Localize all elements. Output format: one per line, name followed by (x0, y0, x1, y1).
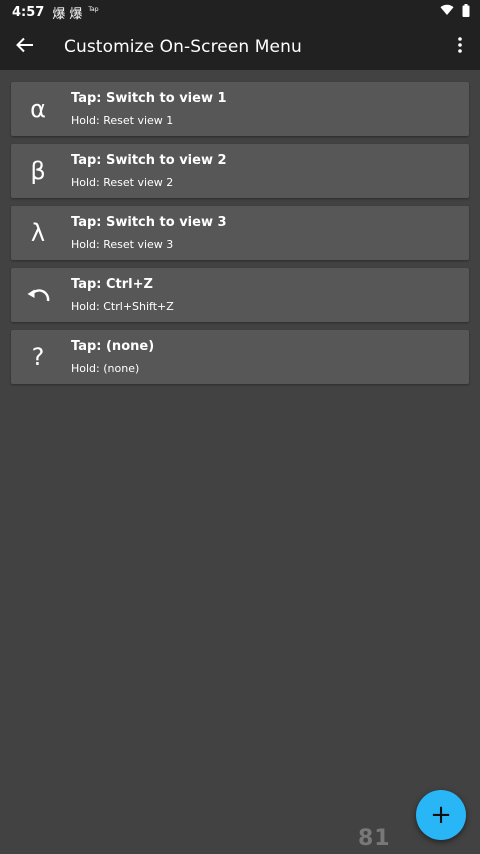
page-title: Customize On-Screen Menu (64, 37, 302, 57)
item-text: Tap: (none) Hold: (none) (71, 339, 154, 376)
item-tap-action: Tap: Ctrl+Z (71, 276, 153, 292)
menu-item-undo[interactable]: Tap: Ctrl+Z Hold: Ctrl+Shift+Z (11, 268, 469, 322)
notification-glyph-2: 爆 (69, 6, 83, 22)
status-bar: 4:57 爆 爆 Tap (0, 0, 480, 24)
item-tap-action: Tap: Switch to view 2 (71, 152, 227, 168)
item-text: Tap: Switch to view 2 Hold: Reset view 2 (71, 153, 227, 190)
question-mark-icon: ? (31, 343, 45, 371)
alpha-icon: α (30, 95, 46, 123)
item-hold-action: Hold: Ctrl+Shift+Z (71, 299, 174, 313)
item-hold-action: Hold: Reset view 3 (71, 237, 174, 251)
menu-item-view-3[interactable]: λ Tap: Switch to view 3 Hold: Reset view… (11, 206, 469, 260)
item-text: Tap: Switch to view 3 Hold: Reset view 3 (71, 215, 227, 252)
item-tap-action: Tap: Switch to view 1 (71, 90, 227, 106)
menu-item-none[interactable]: ? Tap: (none) Hold: (none) (11, 330, 469, 384)
item-text: Tap: Ctrl+Z Hold: Ctrl+Shift+Z (71, 277, 174, 314)
notification-glyph-1: 爆 (52, 6, 66, 22)
add-item-button[interactable]: + (416, 790, 466, 840)
menu-item-list: α Tap: Switch to view 1 Hold: Reset view… (11, 82, 469, 392)
menu-item-view-1[interactable]: α Tap: Switch to view 1 Hold: Reset view… (11, 82, 469, 136)
status-time: 4:57 (12, 4, 45, 20)
undo-icon (11, 268, 65, 322)
notification-tap-label: Tap (88, 5, 99, 13)
status-icons (440, 3, 470, 21)
more-vert-icon (458, 37, 462, 57)
item-text: Tap: Switch to view 1 Hold: Reset view 1 (71, 91, 227, 128)
arrow-left-icon (16, 37, 34, 57)
back-button[interactable] (0, 24, 50, 70)
watermark: 81 (358, 826, 391, 851)
app-bar: Customize On-Screen Menu (0, 24, 480, 70)
item-tap-action: Tap: Switch to view 3 (71, 214, 227, 230)
item-hold-action: Hold: Reset view 2 (71, 175, 174, 189)
item-hold-action: Hold: Reset view 1 (71, 113, 174, 127)
plus-icon: + (430, 800, 452, 830)
item-tap-action: Tap: (none) (71, 338, 155, 354)
beta-icon: β (30, 157, 46, 185)
item-hold-action: Hold: (none) (71, 361, 140, 375)
overflow-menu-button[interactable] (440, 24, 480, 70)
screen: 4:57 爆 爆 Tap Customize On-Screen Menu α … (0, 0, 480, 854)
battery-icon (462, 3, 470, 21)
wifi-icon (440, 4, 454, 20)
menu-item-view-2[interactable]: β Tap: Switch to view 2 Hold: Reset view… (11, 144, 469, 198)
lambda-icon: λ (30, 219, 46, 247)
